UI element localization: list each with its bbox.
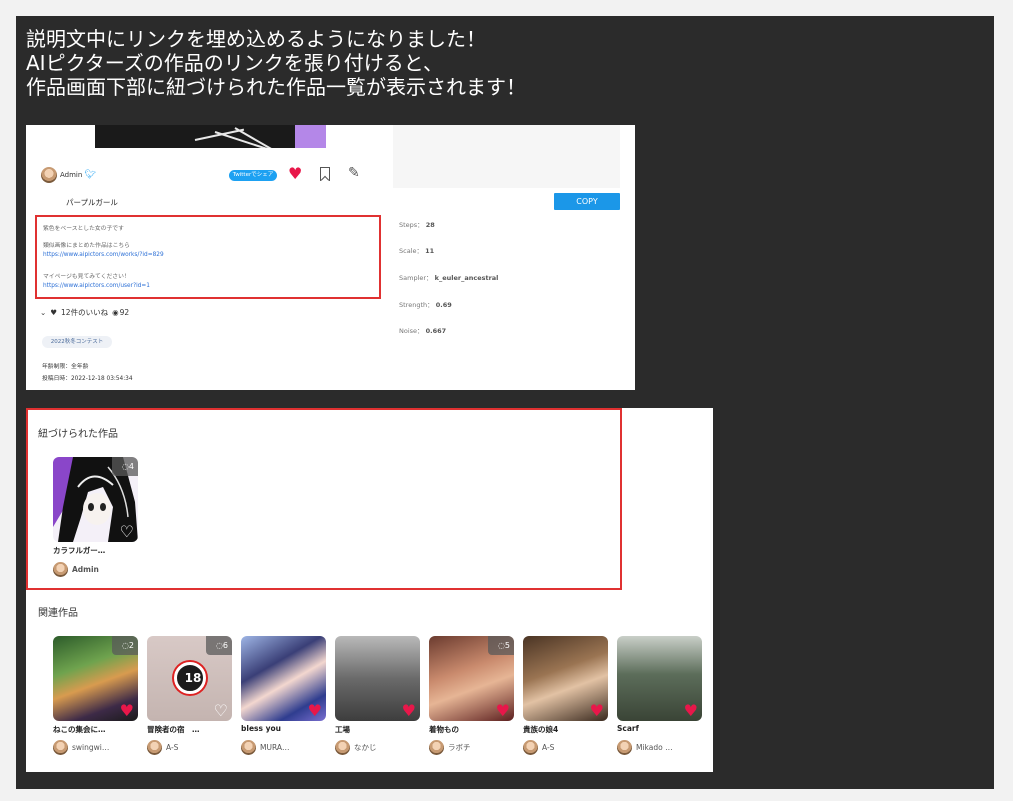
description-link[interactable]: https://www.aipictors.com/user?id=1 <box>43 283 150 289</box>
copy-button[interactable]: COPY <box>554 193 620 210</box>
comment-icon: ◌ <box>215 641 223 650</box>
related-work-title[interactable]: 貴族の娘4 <box>523 724 608 735</box>
comment-icon: ◌ <box>121 462 129 471</box>
caption: 説明文中にリンクを埋め込めるようになりました！ AIピクターズの作品のリンクを張… <box>26 27 526 99</box>
related-work-author[interactable]: ラボチ <box>429 740 471 755</box>
heart-icon[interactable]: ♥ <box>120 702 134 720</box>
related-work-author[interactable]: なかじ <box>335 740 377 755</box>
related-works-title: 関連作品 <box>38 608 78 619</box>
heart-icon[interactable]: ♥ <box>590 702 604 720</box>
linked-work-author[interactable]: Admin <box>53 562 99 577</box>
pencil-icon[interactable]: ✎ <box>348 165 360 181</box>
param-noise: Noise： 0.667 <box>399 327 447 335</box>
related-work-author[interactable]: Mikado … <box>617 740 673 755</box>
comment-badge: ◌5 <box>488 636 514 655</box>
related-work-title[interactable]: Scarf <box>617 724 702 733</box>
related-work-thumbnail[interactable]: ♥ <box>523 636 608 721</box>
tag-chip[interactable]: 2022秋冬コンテスト <box>42 336 112 348</box>
avatar[interactable] <box>335 740 350 755</box>
works-list-card: 紐づけられた作品 ◌4 ♡ カラフルガー… Admin 関連作品 ◌2 ♥ ねこ… <box>26 408 713 772</box>
prompt-panel <box>393 125 620 188</box>
like-row: ⌄ ♥ 12件のいいね ◉ 92 <box>40 307 133 318</box>
comment-badge: ◌4 <box>112 457 138 476</box>
chevron-down-icon[interactable]: ⌄ <box>40 308 46 317</box>
related-work-title[interactable]: 着物もの <box>429 724 514 735</box>
twitter-share-button[interactable]: Twitterでシェア <box>229 170 277 181</box>
work-image-bottom[interactable] <box>95 125 326 148</box>
related-work-author[interactable]: A-S <box>523 740 554 755</box>
related-work-thumbnail[interactable]: ♥ <box>335 636 420 721</box>
age-rating: 年齢制限：全年齢 <box>42 364 89 370</box>
related-work-thumbnail[interactable]: ♥ <box>241 636 326 721</box>
related-work-thumbnail[interactable]: ♥ <box>617 636 702 721</box>
heart-icon[interactable]: ♥ <box>496 702 510 720</box>
related-work-author[interactable]: A-S <box>147 740 178 755</box>
heart-icon[interactable]: ♡ <box>120 523 134 541</box>
related-work-author[interactable]: swingwi… <box>53 740 109 755</box>
avatar[interactable] <box>53 740 68 755</box>
related-work-title[interactable]: ねこの集会に… <box>53 724 138 735</box>
param-strength: Strength： 0.69 <box>399 301 452 309</box>
related-work-title[interactable]: 工場 <box>335 724 420 735</box>
work-title: パープルガール <box>66 198 118 207</box>
description-link[interactable]: https://www.aipictors.com/works/?id=829 <box>43 252 164 258</box>
caption-line-1: 説明文中にリンクを埋め込めるようになりました！ <box>26 27 486 51</box>
related-work-thumbnail[interactable]: ◌5 ♥ <box>429 636 514 721</box>
heart-icon[interactable]: ♥ <box>684 702 698 720</box>
linked-work-thumbnail[interactable]: ◌4 ♡ <box>53 457 138 542</box>
param-scale: Scale： 11 <box>399 247 435 255</box>
eye-icon: ◉ <box>112 308 119 317</box>
avatar[interactable] <box>617 740 632 755</box>
work-detail-card: Admin 🐦︎ Twitterでシェア ♥ ✎ パープルガール COPY 紫色… <box>26 125 635 390</box>
heart-icon[interactable]: ♡ <box>214 702 228 720</box>
heart-icon[interactable]: ♥ <box>288 165 302 183</box>
heart-small-icon: ♥ <box>50 308 58 317</box>
bookmark-icon[interactable] <box>320 167 330 181</box>
avatar[interactable] <box>53 562 68 577</box>
comment-icon: ◌ <box>121 641 129 650</box>
caption-line-2: AIピクターズの作品のリンクを張り付けると、 <box>26 51 443 75</box>
related-work-title[interactable]: bless you <box>241 724 326 733</box>
avatar[interactable] <box>523 740 538 755</box>
linked-work-title[interactable]: カラフルガー… <box>53 545 138 556</box>
heart-icon[interactable]: ♥ <box>402 702 416 720</box>
comment-icon: ◌ <box>497 641 505 650</box>
param-steps: Steps： 28 <box>399 221 435 229</box>
views-count: 92 <box>119 308 130 317</box>
heart-icon[interactable]: ♥ <box>308 702 322 720</box>
description-line: 類似画像にまとめた作品はこちら <box>43 243 130 249</box>
avatar[interactable] <box>241 740 256 755</box>
caption-line-3: 作品画面下部に紐づけられた作品一覧が表示されます！ <box>26 75 526 99</box>
description-line: 紫色をベースとした女の子です <box>43 226 124 232</box>
linked-works-title: 紐づけられた作品 <box>38 429 118 440</box>
related-work-title[interactable]: 冒険者の宿 … <box>147 724 232 735</box>
author-row[interactable]: Admin 🐦︎ <box>41 166 96 184</box>
author-avatar[interactable] <box>41 167 57 183</box>
rating-label: 18 <box>184 671 202 685</box>
comment-badge: ◌2 <box>112 636 138 655</box>
related-work-author[interactable]: MURA… <box>241 740 290 755</box>
likes-count[interactable]: 12件のいいね <box>61 307 108 318</box>
related-work-thumbnail[interactable]: ◌2 ♥ <box>53 636 138 721</box>
comment-badge: ◌6 <box>206 636 232 655</box>
author-name[interactable]: Admin <box>60 171 82 179</box>
avatar[interactable] <box>429 740 444 755</box>
avatar[interactable] <box>147 740 162 755</box>
param-sampler: Sampler： k_euler_ancestral <box>399 274 499 282</box>
description-line: マイページも見てみてください！ <box>43 274 130 280</box>
posted-at: 投稿日時：2022-12-18 03:54:34 <box>42 376 133 382</box>
twitter-icon[interactable]: 🐦︎ <box>84 170 95 180</box>
related-work-thumbnail[interactable]: 18 ◌6 ♡ <box>147 636 232 721</box>
